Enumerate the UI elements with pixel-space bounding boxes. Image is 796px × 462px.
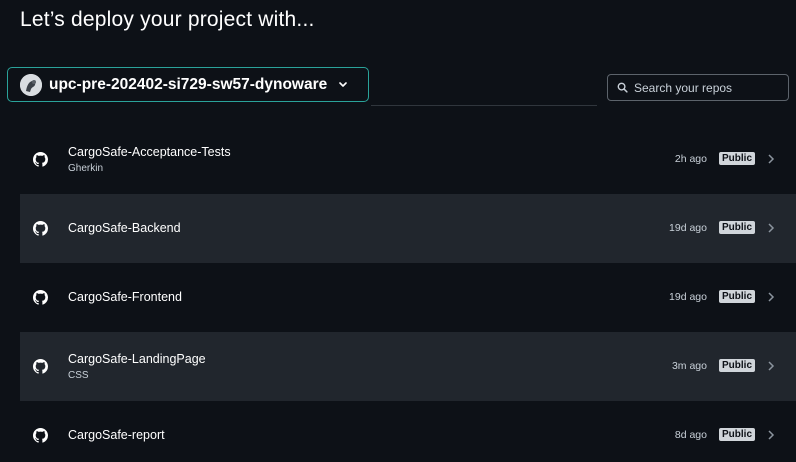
visibility-badge: Public	[719, 221, 756, 234]
github-icon	[33, 152, 48, 167]
repo-language: CSS	[68, 369, 89, 381]
org-avatar	[20, 73, 42, 96]
repo-list: CargoSafe-Acceptance-Tests Gherkin 2h ag…	[20, 125, 796, 462]
search-box[interactable]	[607, 74, 789, 101]
chevron-right-icon	[768, 430, 775, 440]
repo-updated: 3m ago	[671, 360, 707, 372]
repo-updated: 8d ago	[674, 429, 707, 441]
repo-row-cargosafe-landingpage[interactable]: CargoSafe-LandingPage CSS 3m ago Public	[20, 332, 796, 401]
repo-info: CargoSafe-Frontend	[68, 290, 182, 305]
chevron-down-icon[interactable]	[338, 80, 348, 90]
repo-row-cargosafe-frontend[interactable]: CargoSafe-Frontend 19d ago Public	[20, 263, 796, 332]
divider	[371, 105, 597, 106]
repo-info: CargoSafe-LandingPage CSS	[68, 352, 206, 382]
chevron-right-icon	[768, 223, 775, 233]
repo-language: Gherkin	[68, 162, 104, 174]
visibility-badge: Public	[719, 428, 756, 441]
repo-info: CargoSafe-Backend	[68, 221, 181, 236]
search-icon	[617, 82, 628, 93]
repo-row-cargosafe-backend[interactable]: CargoSafe-Backend 19d ago Public	[20, 194, 796, 263]
github-icon	[33, 221, 48, 236]
account-selector[interactable]: upc-pre-202402-si729-sw57-dynoware	[7, 67, 369, 102]
repo-updated: 19d ago	[669, 222, 707, 234]
github-icon	[33, 359, 48, 374]
github-icon	[33, 428, 48, 443]
github-icon	[33, 290, 48, 305]
chevron-right-icon	[768, 361, 775, 371]
repo-updated: 2h ago	[674, 153, 707, 165]
visibility-badge: Public	[719, 152, 756, 165]
account-name: upc-pre-202402-si729-sw57-dynoware	[49, 75, 328, 93]
visibility-badge: Public	[719, 290, 756, 303]
repo-name: CargoSafe-Frontend	[68, 290, 182, 304]
deploy-page: Let’s deploy your project with... upc-pr…	[0, 0, 796, 462]
repo-info: CargoSafe-report	[68, 428, 165, 443]
visibility-badge: Public	[719, 359, 756, 372]
search-input[interactable]	[634, 80, 784, 95]
repo-name: CargoSafe-Backend	[68, 221, 181, 235]
repo-name: CargoSafe-report	[68, 428, 165, 442]
repo-row-cargosafe-acceptance-tests[interactable]: CargoSafe-Acceptance-Tests Gherkin 2h ag…	[20, 125, 796, 194]
repo-updated: 19d ago	[669, 291, 707, 303]
chevron-right-icon	[768, 154, 775, 164]
repo-name: CargoSafe-Acceptance-Tests	[68, 144, 231, 159]
chevron-right-icon	[768, 292, 775, 302]
page-title: Let’s deploy your project with...	[20, 8, 315, 31]
repo-info: CargoSafe-Acceptance-Tests Gherkin	[68, 145, 231, 175]
repo-row-cargosafe-report[interactable]: CargoSafe-report 8d ago Public	[20, 401, 796, 462]
repo-name: CargoSafe-LandingPage	[68, 351, 206, 366]
